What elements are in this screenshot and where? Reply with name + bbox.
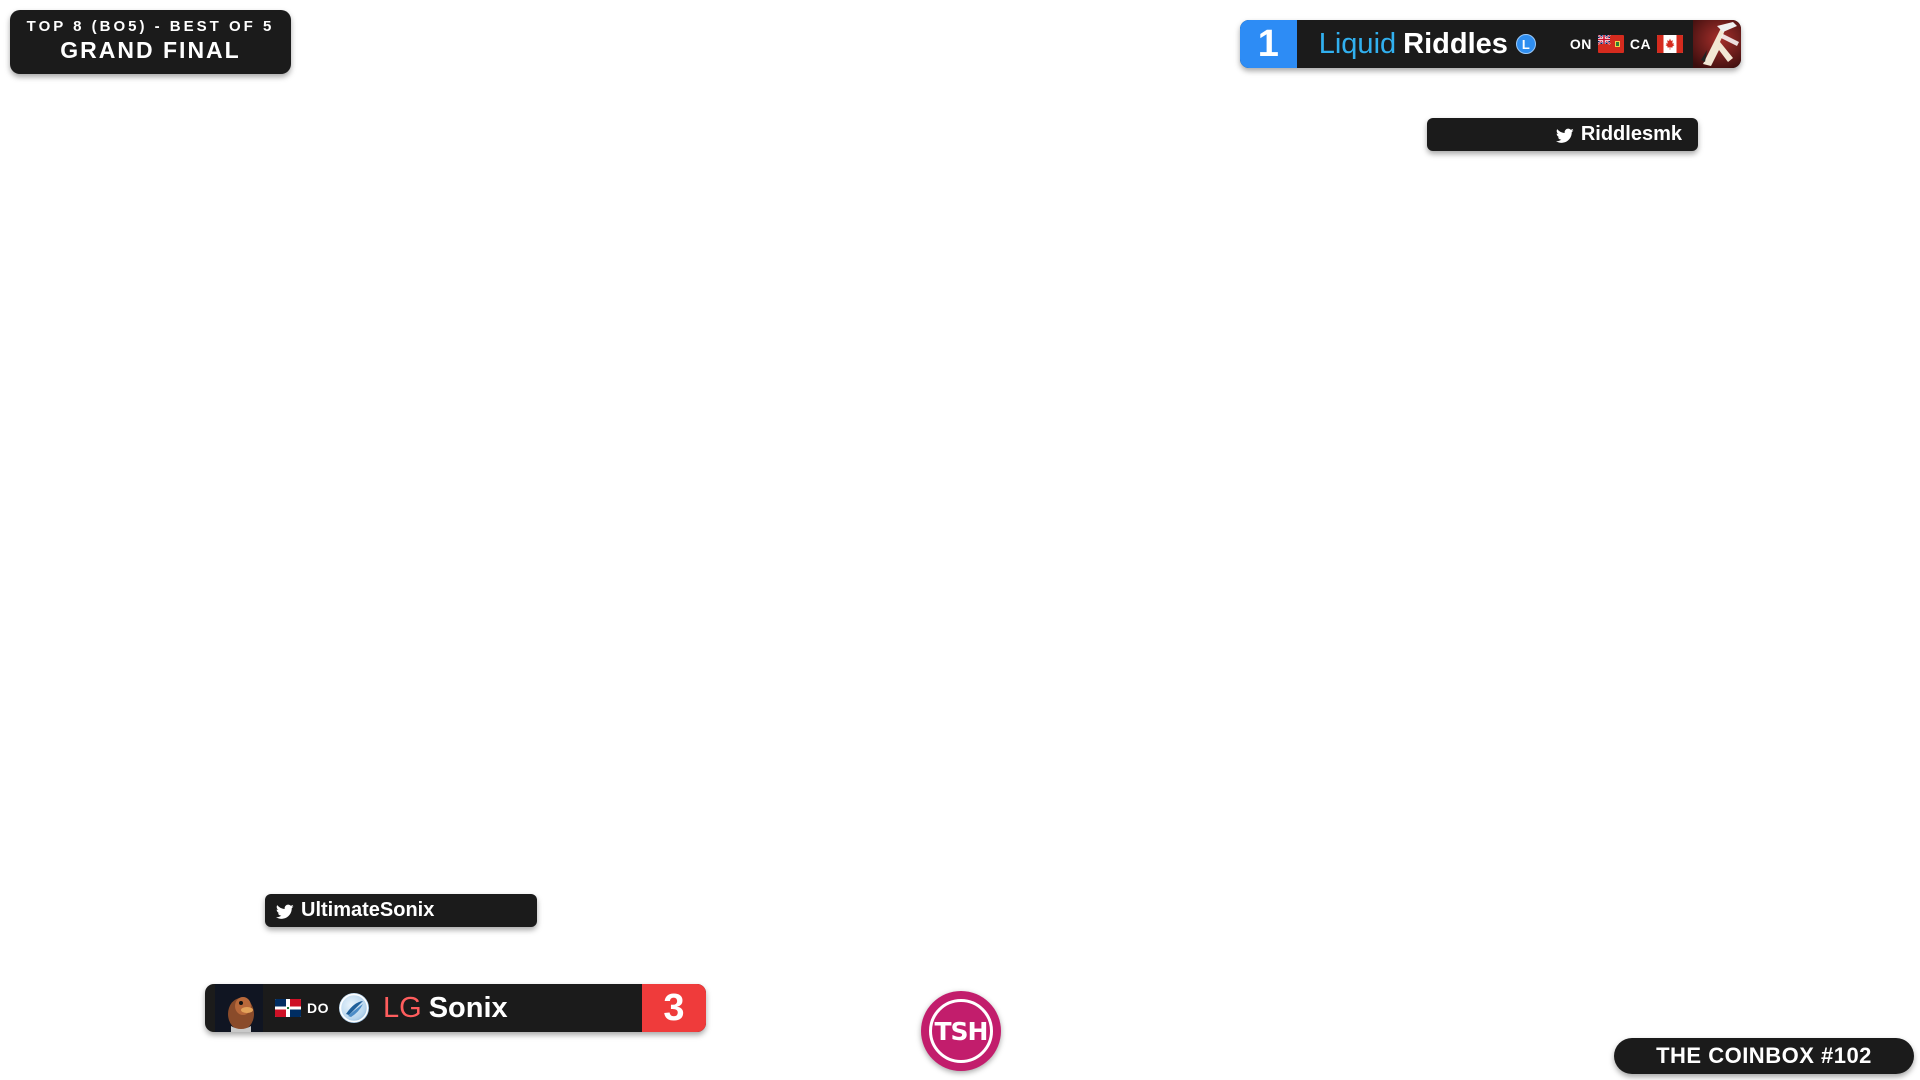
player1-twitter-handle: Riddlesmk xyxy=(1580,123,1682,145)
twitter-bird-icon xyxy=(1555,127,1574,143)
team-logo-icon xyxy=(339,993,369,1023)
player1-gamertag: Riddles xyxy=(1403,27,1508,60)
player1-region: ON CA xyxy=(1564,35,1684,53)
player1-score: 1 xyxy=(1240,20,1297,68)
player2-character-portrait xyxy=(215,984,263,1032)
player2-twitter-handle: UltimateSonix xyxy=(301,899,435,921)
player2-country-code: DO xyxy=(307,1000,329,1016)
player1-country-code: CA xyxy=(1629,36,1652,52)
twitter-bird-icon xyxy=(275,903,294,919)
tsh-logo-text: TSH xyxy=(929,999,993,1063)
canada-flag-icon xyxy=(1657,35,1684,53)
player1-pronoun-badge: L xyxy=(1515,34,1536,54)
player1-character-portrait xyxy=(1693,20,1741,68)
player1-name: Liquid Riddles L xyxy=(1319,28,1536,61)
player2-gamertag: Sonix xyxy=(428,991,508,1024)
player1-state-code: ON xyxy=(1569,36,1592,52)
player1-sponsor: Liquid xyxy=(1318,27,1397,60)
ontario-flag-icon xyxy=(1597,35,1624,53)
tsh-logo: TSH xyxy=(921,991,1001,1071)
event-name-box: THE COINBOX #102 xyxy=(1614,1038,1914,1074)
player2-score: 3 xyxy=(642,984,706,1032)
dominican-republic-flag-icon xyxy=(275,999,301,1017)
event-name: THE COINBOX #102 xyxy=(1656,1043,1872,1068)
player2-sponsor: LG xyxy=(383,991,422,1024)
player2-twitter-box: UltimateSonix xyxy=(265,894,537,927)
stream-overlay: TOP 8 (BO5) - BEST OF 5 GRAND FINAL 1 Li… xyxy=(0,0,1920,1080)
player1-scoreboard: 1 Liquid Riddles L ON CA xyxy=(1240,20,1741,68)
player1-twitter-box: Riddlesmk xyxy=(1427,118,1698,151)
match-label: GRAND FINAL xyxy=(60,37,241,63)
player2-name: LG Sonix xyxy=(383,992,508,1025)
phase-box: TOP 8 (BO5) - BEST OF 5 GRAND FINAL xyxy=(10,10,291,74)
player2-scoreboard: DO LG Sonix 3 xyxy=(205,984,706,1032)
phase-label: TOP 8 (BO5) - BEST OF 5 xyxy=(26,18,275,35)
